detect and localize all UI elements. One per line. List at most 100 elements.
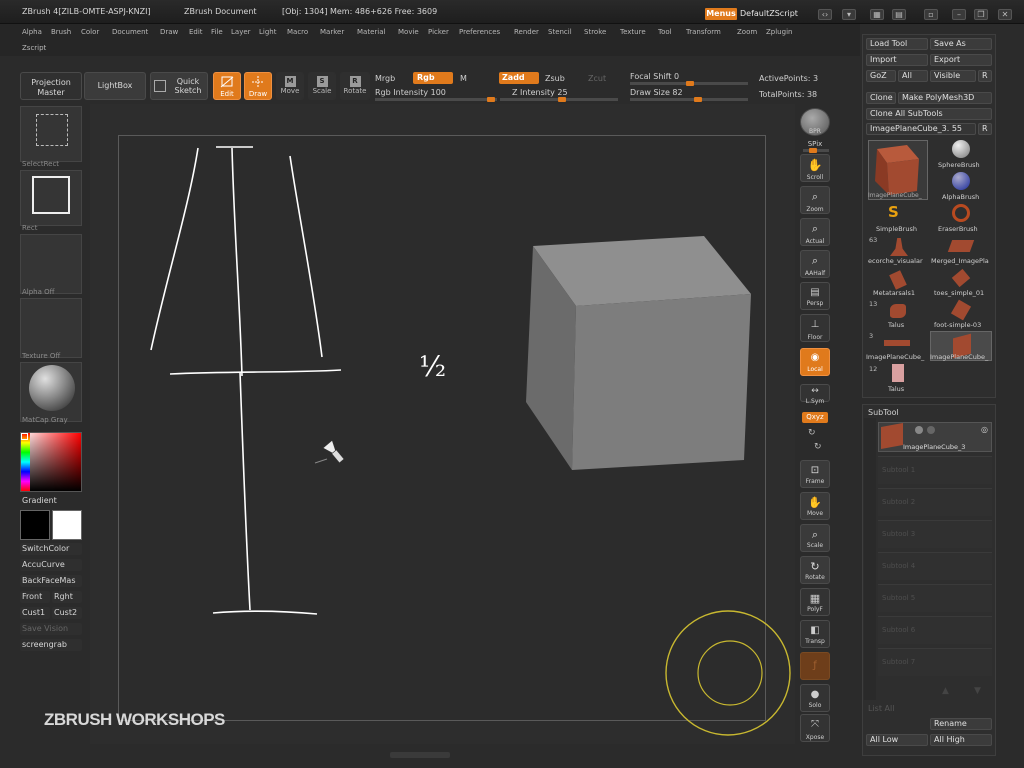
- menu-picker[interactable]: Picker: [428, 28, 449, 36]
- rgb-intensity-handle[interactable]: [487, 97, 495, 102]
- list-all-button[interactable]: List All: [868, 704, 894, 713]
- scale-button[interactable]: S Scale: [308, 72, 336, 100]
- front-button[interactable]: Front: [20, 591, 50, 603]
- arrows-icon[interactable]: ‹›: [818, 9, 832, 20]
- talus-thumb-icon[interactable]: [890, 304, 906, 318]
- color-cursor[interactable]: [21, 433, 28, 440]
- menu-movie[interactable]: Movie: [398, 28, 419, 36]
- all-high-button[interactable]: All High: [930, 734, 992, 746]
- z-intensity-handle[interactable]: [558, 97, 566, 102]
- cust2-button[interactable]: Cust2: [52, 607, 82, 619]
- talus-pink-thumb-icon[interactable]: [892, 364, 904, 382]
- simple-brush-icon[interactable]: S: [888, 203, 899, 221]
- clone-all-subtools-button[interactable]: Clone All SubTools: [866, 108, 992, 120]
- menu-zplugin[interactable]: Zplugin: [766, 28, 792, 36]
- import-button[interactable]: Import: [866, 54, 928, 66]
- subtool-slot[interactable]: Subtool 4: [878, 552, 992, 580]
- ghost-button[interactable]: ƒ: [800, 652, 830, 680]
- rename-button[interactable]: Rename: [930, 718, 992, 730]
- secondary-color-swatch[interactable]: [52, 510, 82, 540]
- goz-all-button[interactable]: All: [898, 70, 928, 82]
- menu-stencil[interactable]: Stencil: [548, 28, 572, 36]
- r-button[interactable]: R: [978, 70, 992, 82]
- lock-icon[interactable]: ▫: [924, 9, 938, 20]
- layout-icon[interactable]: ▦: [870, 9, 884, 20]
- menu-marker[interactable]: Marker: [320, 28, 344, 36]
- focal-shift-handle[interactable]: [686, 81, 694, 86]
- visible-button[interactable]: Visible: [930, 70, 976, 82]
- accucurve-button[interactable]: AccuCurve: [20, 559, 82, 571]
- texture-button[interactable]: [20, 298, 82, 358]
- menu-layer[interactable]: Layer: [231, 28, 251, 36]
- spix-label[interactable]: SPix: [797, 140, 833, 148]
- gradient-label[interactable]: Gradient: [20, 495, 57, 507]
- stroke-rect-button[interactable]: [20, 170, 82, 226]
- alpha-button[interactable]: [20, 234, 82, 294]
- menu-macro[interactable]: Macro: [287, 28, 308, 36]
- menu-tool[interactable]: Tool: [658, 28, 672, 36]
- close-icon[interactable]: ✕: [998, 9, 1012, 20]
- export-button[interactable]: Export: [930, 54, 992, 66]
- mrgb-toggle[interactable]: Mrgb: [375, 74, 395, 83]
- menu-zoom[interactable]: Zoom: [737, 28, 757, 36]
- rotate-z-icon[interactable]: ↻: [814, 442, 822, 452]
- lightbox-button[interactable]: LightBox: [84, 72, 146, 100]
- subtool-eye-icon[interactable]: ◎: [981, 425, 988, 434]
- draw-size-slider[interactable]: [630, 97, 748, 102]
- menu-document[interactable]: Document: [112, 28, 148, 36]
- material-button[interactable]: [20, 362, 82, 422]
- backface-mask-button[interactable]: BackFaceMas: [20, 575, 82, 587]
- right-button[interactable]: Rght: [52, 591, 82, 603]
- current-tool-r-button[interactable]: R: [978, 123, 992, 135]
- make-polymesh-button[interactable]: Make PolyMesh3D: [898, 92, 992, 104]
- spix-handle[interactable]: [809, 148, 817, 153]
- subtool-visible-icon[interactable]: [915, 426, 923, 434]
- zadd-toggle[interactable]: Zadd: [499, 72, 539, 84]
- rotate-button[interactable]: R Rotate: [340, 72, 370, 100]
- cust1-button[interactable]: Cust1: [20, 607, 50, 619]
- goz-button[interactable]: GoZ: [866, 70, 896, 82]
- merged-imageplane-thumb-icon[interactable]: [947, 240, 975, 252]
- menu-file[interactable]: File: [211, 28, 223, 36]
- subtool-slot[interactable]: Subtool 7: [878, 648, 992, 676]
- draw-size-handle[interactable]: [694, 97, 702, 102]
- tool-thumb-imageplanecube[interactable]: [868, 140, 928, 200]
- layout-alt-icon[interactable]: ▤: [892, 9, 906, 20]
- subtool-scrollbar[interactable]: [864, 418, 876, 700]
- subtool-active-row[interactable]: ◎ ImagePlaneCube_3: [878, 422, 992, 452]
- edit-button[interactable]: Edit: [213, 72, 241, 100]
- save-as-button[interactable]: Save As: [930, 38, 992, 50]
- current-tool-slider[interactable]: ImagePlaneCube_3. 55: [866, 123, 976, 135]
- clone-button[interactable]: Clone: [866, 92, 896, 104]
- eraser-brush-icon[interactable]: [952, 204, 970, 222]
- menu-stroke[interactable]: Stroke: [584, 28, 606, 36]
- menu-draw[interactable]: Draw: [160, 28, 178, 36]
- focal-shift-slider[interactable]: [630, 81, 748, 86]
- color-picker[interactable]: [20, 432, 82, 492]
- alpha-brush-icon[interactable]: [952, 172, 970, 190]
- arrow-up-icon[interactable]: ▲: [942, 686, 949, 696]
- quick-sketch-button[interactable]: Quick Sketch: [150, 72, 208, 100]
- menu-texture[interactable]: Texture: [620, 28, 646, 36]
- m-toggle[interactable]: M: [460, 74, 467, 83]
- menu-edit[interactable]: Edit: [189, 28, 203, 36]
- select-rect-button[interactable]: [20, 106, 82, 162]
- menus-button[interactable]: Menus: [705, 8, 737, 20]
- subtool-slot[interactable]: Subtool 5: [878, 584, 992, 612]
- menu-preferences[interactable]: Preferences: [459, 28, 500, 36]
- screengrab-button[interactable]: screengrab: [20, 639, 82, 651]
- arrow-down-icon[interactable]: ▼: [974, 686, 981, 696]
- menu-material[interactable]: Material: [357, 28, 385, 36]
- rgb-intensity-slider[interactable]: [375, 97, 497, 102]
- rgb-toggle[interactable]: Rgb: [413, 72, 453, 84]
- restore-icon[interactable]: ❐: [974, 9, 988, 20]
- dropdown-icon[interactable]: ▾: [842, 9, 856, 20]
- z-intensity-slider[interactable]: [500, 97, 618, 102]
- save-vision-button[interactable]: Save Vision: [20, 623, 82, 635]
- sphere-brush-icon[interactable]: [952, 140, 970, 158]
- draw-button[interactable]: Draw: [244, 72, 272, 100]
- default-zscript-label[interactable]: DefaultZScript: [740, 9, 798, 18]
- subtool-title[interactable]: SubTool: [868, 408, 899, 417]
- main-color-swatch[interactable]: [20, 510, 50, 540]
- subtool-slot[interactable]: Subtool 3: [878, 520, 992, 548]
